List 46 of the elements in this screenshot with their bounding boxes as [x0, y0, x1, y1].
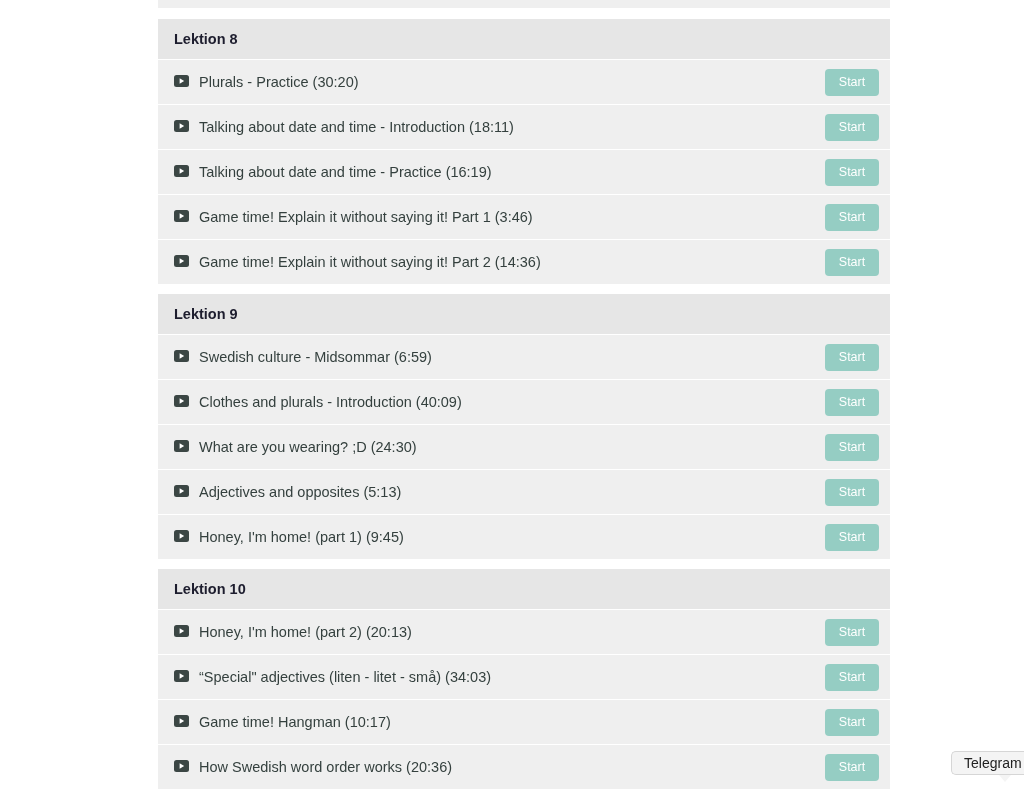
- lesson-title: Plurals - Practice (30:20): [199, 74, 360, 90]
- video-icon: [174, 670, 189, 682]
- start-button[interactable]: Start: [825, 523, 879, 551]
- lesson-title: Adjectives and opposites (5:13): [199, 484, 403, 500]
- video-icon: [174, 75, 189, 87]
- lesson-title: Swedish culture - Midsommar (6:59): [199, 349, 433, 365]
- tooltip-pointer-icon: [999, 775, 1011, 782]
- video-icon: [174, 715, 189, 727]
- lesson-title: Honey, I'm home! (part 2) (20:13): [199, 624, 413, 640]
- start-button[interactable]: Start: [825, 618, 879, 646]
- video-icon: [174, 210, 189, 222]
- start-button[interactable]: Start: [825, 433, 879, 461]
- lesson-title: How Swedish word order works (20:36): [199, 759, 454, 775]
- section-title: Lektion 10: [174, 581, 246, 597]
- lesson-title: Game time! Hangman (10:17): [199, 714, 392, 730]
- video-icon: [174, 120, 189, 132]
- start-button[interactable]: Start: [825, 343, 879, 371]
- start-button[interactable]: Start: [825, 753, 879, 781]
- video-icon: [174, 350, 189, 362]
- lesson-title: Talking about date and time - Practice (16:19): [199, 164, 493, 180]
- lesson-title: Honey, I'm home! (part 1) (9:45): [199, 529, 405, 545]
- start-button[interactable]: Start: [825, 708, 879, 736]
- start-button[interactable]: Start: [825, 388, 879, 416]
- video-icon: [174, 530, 189, 542]
- video-icon: [174, 255, 189, 267]
- video-icon: [174, 625, 189, 637]
- video-icon: [174, 485, 189, 497]
- lesson-title: Game time! Explain it without saying it! Part 1 (3:46): [199, 209, 534, 225]
- video-icon: [174, 165, 189, 177]
- start-button[interactable]: Start: [825, 663, 879, 691]
- start-button[interactable]: Start: [825, 113, 879, 141]
- video-icon: [174, 440, 189, 452]
- lesson-title: “Special" adjectives (liten - litet - små) (34:03): [199, 669, 493, 685]
- lesson-title: Game time! Explain it without saying it! Part 2 (14:36): [199, 254, 542, 270]
- start-button[interactable]: Start: [825, 203, 879, 231]
- start-button[interactable]: Start: [825, 478, 879, 506]
- video-icon: [174, 395, 189, 407]
- lesson-title: What are you wearing? ;D (24:30): [199, 439, 418, 455]
- start-button[interactable]: Start: [825, 248, 879, 276]
- lesson-title: Clothes and plurals - Introduction (40:09): [199, 394, 463, 410]
- start-button[interactable]: Start: [825, 158, 879, 186]
- video-icon: [174, 760, 189, 772]
- section-title: Lektion 8: [174, 31, 238, 47]
- section-title: Lektion 9: [174, 306, 238, 322]
- lesson-title: Talking about date and time - Introduction (18:11): [199, 119, 515, 135]
- start-button[interactable]: Start: [825, 68, 879, 96]
